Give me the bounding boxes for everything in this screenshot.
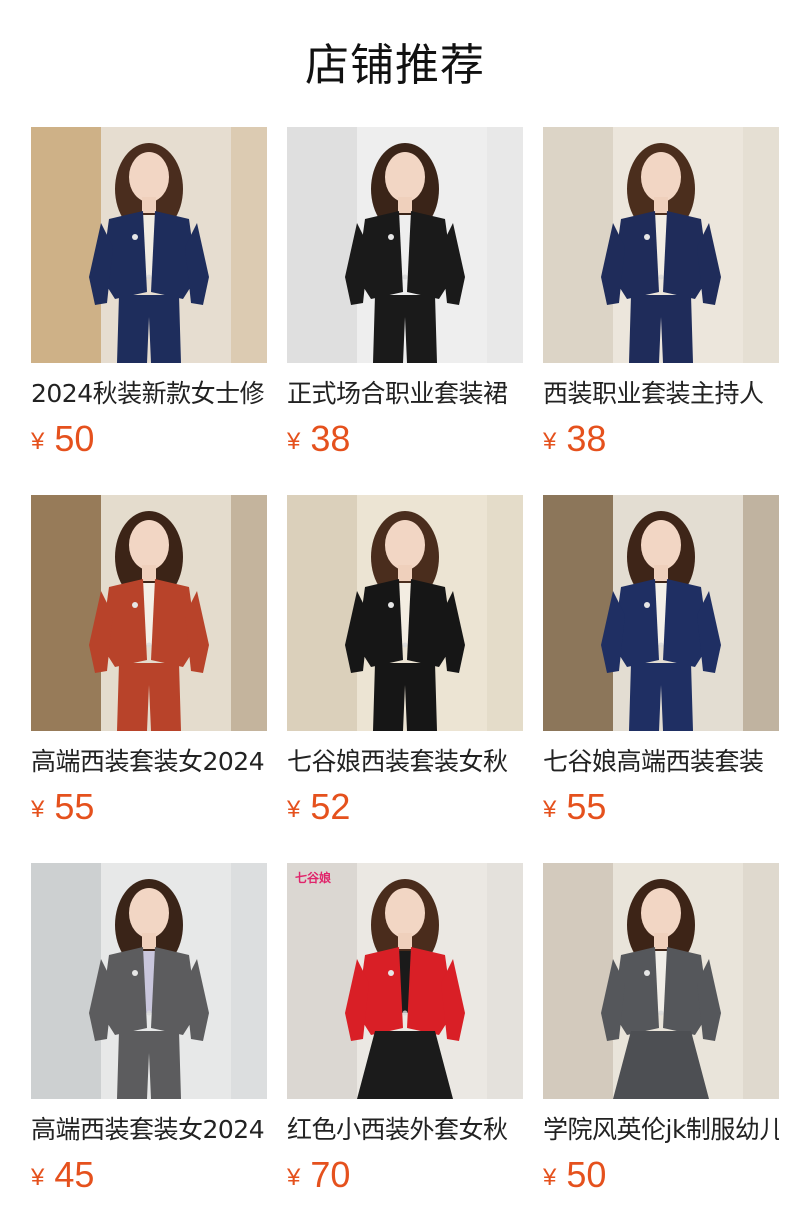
currency-symbol: ¥ — [543, 796, 557, 823]
product-image[interactable] — [31, 863, 267, 1099]
product-grid: 2024秋装新款女士修 ¥50 正式场合职业套装裙 ¥38 西装职业套装主持人 ¥38 高端… — [31, 127, 790, 1231]
woman-rust-red-suit-photo — [31, 495, 267, 731]
product-image[interactable] — [543, 127, 779, 363]
currency-symbol: ¥ — [543, 428, 557, 455]
product-image[interactable] — [543, 495, 779, 731]
product-price: ¥38 — [543, 419, 779, 459]
product-image[interactable] — [31, 127, 267, 363]
product-card[interactable]: 西装职业套装主持人 ¥38 — [543, 127, 779, 495]
currency-symbol: ¥ — [287, 1164, 301, 1191]
currency-symbol: ¥ — [31, 796, 45, 823]
price-value: 55 — [54, 786, 95, 827]
currency-symbol: ¥ — [287, 796, 301, 823]
product-card[interactable]: 学院风英伦jk制服幼儿 ¥50 — [543, 863, 779, 1231]
product-title[interactable]: 红色小西装外套女秋 — [287, 1115, 523, 1145]
price-value: 38 — [566, 418, 607, 459]
product-image[interactable] — [287, 495, 523, 731]
brand-watermark: 七谷娘 — [295, 871, 332, 885]
woman-navy-suit-photo — [543, 127, 779, 363]
price-value: 52 — [310, 786, 351, 827]
product-card[interactable]: 七谷娘西装套装女秋 ¥52 — [287, 495, 523, 863]
product-image[interactable] — [31, 495, 267, 731]
price-value: 50 — [566, 1154, 607, 1195]
currency-symbol: ¥ — [287, 428, 301, 455]
product-price: ¥50 — [31, 419, 267, 459]
product-price: ¥70 — [287, 1155, 523, 1195]
woman-gray-suit-photo — [543, 863, 779, 1099]
product-price: ¥45 — [31, 1155, 267, 1195]
product-image[interactable] — [543, 863, 779, 1099]
product-card[interactable]: 高端西装套装女2024 ¥45 — [31, 863, 267, 1231]
product-card[interactable]: 2024秋装新款女士修 ¥50 — [31, 127, 267, 495]
product-title[interactable]: 高端西装套装女2024 — [31, 747, 267, 777]
product-card[interactable]: 高端西装套装女2024 ¥55 — [31, 495, 267, 863]
price-value: 50 — [54, 418, 95, 459]
product-price: ¥55 — [543, 787, 779, 827]
product-card[interactable]: 七谷娘高端西装套装 ¥55 — [543, 495, 779, 863]
price-value: 38 — [310, 418, 351, 459]
product-title[interactable]: 2024秋装新款女士修 — [31, 379, 267, 409]
woman-navy-suit-photo — [31, 127, 267, 363]
currency-symbol: ¥ — [31, 428, 45, 455]
product-card[interactable]: 七谷娘红色小西装外套女秋 ¥70 — [287, 863, 523, 1231]
product-title[interactable]: 西装职业套装主持人 — [543, 379, 779, 409]
product-title[interactable]: 高端西装套装女2024 — [31, 1115, 267, 1145]
woman-black-suit-photo — [287, 127, 523, 363]
section-title: 店铺推荐 — [305, 40, 485, 91]
product-card[interactable]: 正式场合职业套装裙 ¥38 — [287, 127, 523, 495]
product-title[interactable]: 七谷娘高端西装套装 — [543, 747, 779, 777]
woman-gray-suit-photo — [31, 863, 267, 1099]
price-value: 55 — [566, 786, 607, 827]
woman-red-jacket-photo — [287, 863, 523, 1099]
product-image[interactable]: 七谷娘 — [287, 863, 523, 1099]
price-value: 70 — [310, 1154, 351, 1195]
product-price: ¥38 — [287, 419, 523, 459]
product-image[interactable] — [287, 127, 523, 363]
woman-navy-suit-photo — [543, 495, 779, 731]
woman-black-suit-photo — [287, 495, 523, 731]
product-title[interactable]: 学院风英伦jk制服幼儿 — [543, 1115, 779, 1145]
price-value: 45 — [54, 1154, 95, 1195]
product-price: ¥52 — [287, 787, 523, 827]
product-price: ¥50 — [543, 1155, 779, 1195]
product-title[interactable]: 正式场合职业套装裙 — [287, 379, 523, 409]
product-price: ¥55 — [31, 787, 267, 827]
currency-symbol: ¥ — [31, 1164, 45, 1191]
product-title[interactable]: 七谷娘西装套装女秋 — [287, 747, 523, 777]
currency-symbol: ¥ — [543, 1164, 557, 1191]
